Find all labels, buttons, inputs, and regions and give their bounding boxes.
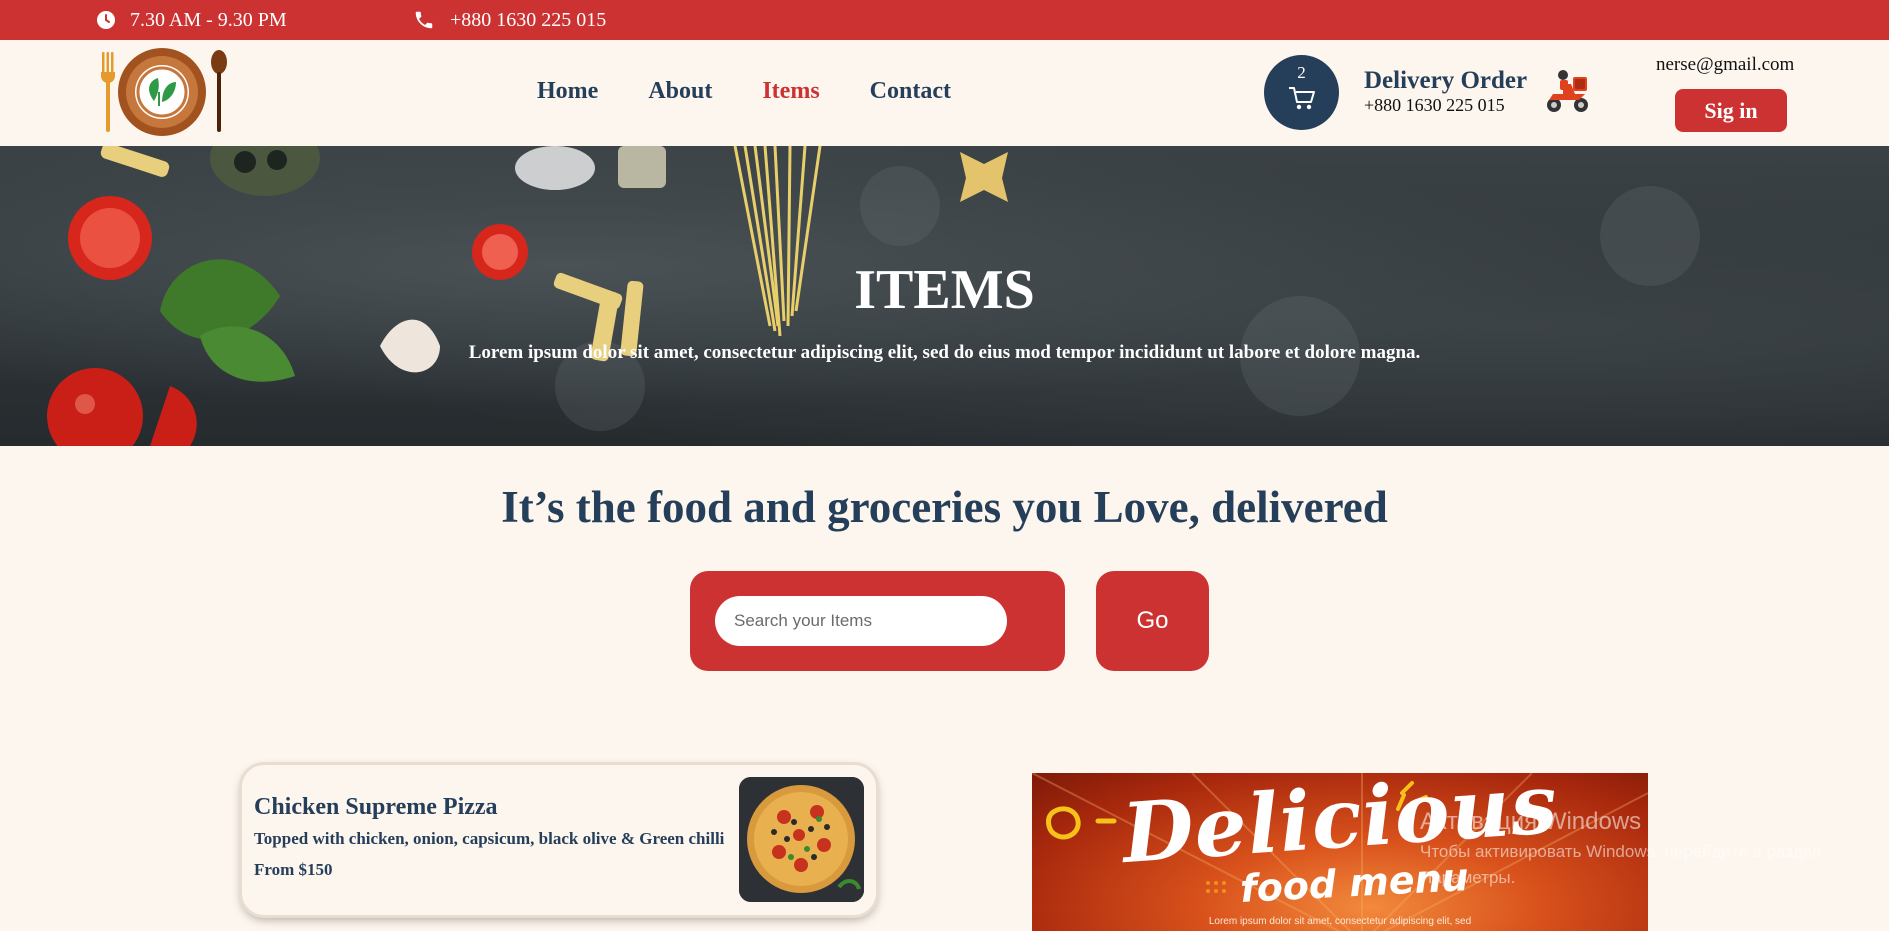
item-name: Chicken Supreme Pizza [254,794,498,820]
go-button[interactable]: Go [1096,571,1209,671]
hero-title: ITEMS [854,259,1035,321]
cart-button[interactable]: 2 [1264,55,1339,130]
page-tagline: It’s the food and groceries you Love, de… [501,482,1388,532]
item-description: Topped with chicken, onion, capsicum, bl… [254,829,725,848]
hero-banner: ITEMS Lorem ipsum dolor sit amet, consec… [0,146,1889,446]
search-container [690,571,1065,671]
clock-icon [96,10,116,30]
nav-contact[interactable]: Contact [870,78,951,105]
top-phone[interactable]: +880 1630 225 015 [412,0,606,40]
main-nav: Home About Items Contact [537,78,951,105]
nav-about[interactable]: About [648,78,712,105]
site-logo[interactable] [96,46,232,138]
opening-hours-text: 7.30 AM - 9.30 PM [130,8,287,31]
nav-home[interactable]: Home [537,78,598,105]
opening-hours: 7.30 AM - 9.30 PM [96,0,287,40]
cart-count: 2 [1297,63,1306,82]
contact-email[interactable]: nerse@gmail.com [1656,54,1794,76]
item-price: From $150 [254,860,333,879]
delivery-scooter-icon [1543,67,1591,120]
banner-caption: Lorem ipsum dolor sit amet, consectetur … [1208,916,1472,927]
nav-items[interactable]: Items [762,78,819,105]
signin-button[interactable]: Sig in [1675,89,1787,132]
watermark-line-2: Чтобы активировать Windows, перейдите в … [1420,842,1822,861]
delivery-title: Delivery Order [1364,67,1528,94]
watermark-line-1: Активация Windows [1420,808,1642,835]
delivery-phone: +880 1630 225 015 [1364,95,1505,115]
header: Home About Items Contact 2 Delivery Orde… [0,40,1889,146]
pizza-image [739,777,864,902]
top-bar: 7.30 AM - 9.30 PM +880 1630 225 015 [0,0,1889,40]
hero-subtitle: Lorem ipsum dolor sit amet, consectetur … [468,342,1421,363]
watermark-line-3: Параметры. [1420,868,1516,887]
phone-icon [412,9,436,31]
item-card[interactable]: Chicken Supreme Pizza Topped with chicke… [242,765,876,915]
delivery-order: Delivery Order +880 1630 225 015 [1364,67,1527,115]
top-phone-text: +880 1630 225 015 [450,8,607,31]
search-input[interactable] [715,596,1007,646]
windows-activation-watermark: Активация Windows Чтобы активировать Win… [1420,808,1821,888]
